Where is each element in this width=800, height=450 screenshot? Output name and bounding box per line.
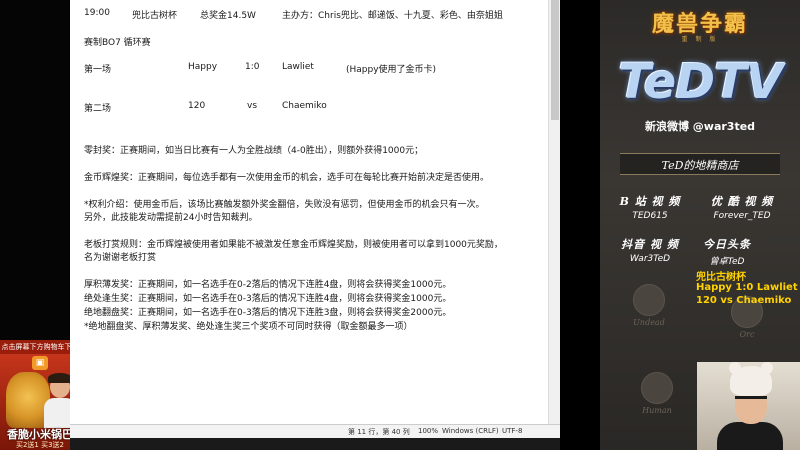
ad-subtitle: 买2送1 买3送2 bbox=[15, 441, 65, 449]
doc-line: 零封奖：正赛期间，如当日比赛有一人为全胜战绩（4-0胜出），则额外获得1000元… bbox=[84, 146, 424, 156]
doc-line: 总奖金14.5W bbox=[200, 11, 256, 21]
doc-line: 兜比古树杯 bbox=[132, 11, 178, 21]
doc-line: Chaemiko bbox=[282, 101, 327, 111]
race-label: Orc bbox=[739, 330, 755, 339]
channel-brand-logo: TeDTV bbox=[618, 54, 783, 110]
doc-line: 另外，此技能发动需提前24小时告知裁判。 bbox=[84, 213, 258, 223]
race-human: Human bbox=[632, 372, 682, 415]
social-label: 今日头条 bbox=[703, 238, 751, 251]
social-toutiao: 今日头条 曾卓TeD bbox=[682, 236, 772, 267]
social-label: 优 酷 视 频 bbox=[710, 195, 774, 208]
social-handle: TED615 bbox=[632, 211, 668, 221]
match-score-2: 120 vs Chaemiko bbox=[696, 295, 792, 306]
editor-text-area[interactable]: 19:00 兜比古树杯 总奖金14.5W 主办方：Chris兜比、邮递饭、十九夏… bbox=[70, 0, 560, 424]
social-handle: Forever_TED bbox=[713, 211, 771, 221]
doc-line: 第二场 bbox=[84, 104, 112, 114]
doc-line: Lawliet bbox=[282, 62, 314, 72]
doc-line: 赛制BO7 循环赛 bbox=[84, 38, 151, 48]
race-undead: Undead bbox=[624, 284, 674, 327]
ad-top-text: 点击屏幕下方购物车下单 bbox=[0, 340, 80, 354]
undead-emblem-icon bbox=[633, 284, 665, 316]
doc-line: 主办方：Chris兜比、邮递饭、十九夏、彩色、由奈姐姐 bbox=[282, 11, 503, 21]
social-handle: 曾卓TeD bbox=[709, 257, 745, 267]
webcam-feed bbox=[697, 362, 800, 450]
weibo-handle: 新浪微博 @war3ted bbox=[644, 120, 756, 133]
race-label: Human bbox=[642, 406, 672, 415]
social-label: B 站 视 频 bbox=[619, 195, 681, 208]
race-label: Undead bbox=[633, 318, 665, 327]
doc-line: 绝处逢生奖：正赛期间，如一名选手在0-3落后的情况下连胜4盘，则将会获得奖金10… bbox=[84, 294, 452, 304]
zoom-level[interactable]: 100% bbox=[418, 427, 438, 435]
stream-screen: 点击屏幕下方购物车下单 ▣ 香脆小米锅巴 买2送1 买3送2 19:00 兜比古… bbox=[0, 0, 800, 450]
vertical-scrollbar[interactable] bbox=[548, 0, 560, 424]
taskbar-strip bbox=[70, 438, 560, 450]
doc-line: 厚积薄发奖：正赛期间，如一名选手在0-2落后的情况下连胜4盘，则将会获得奖金10… bbox=[84, 280, 452, 290]
shop-banner: TeD的地精商店 bbox=[620, 153, 780, 175]
doc-line: *权利介绍：使用金币后，该场比赛触发额外奖金翻倍，失败没有惩罚，但使用金币的机会… bbox=[84, 200, 485, 210]
cursor-position: 第 11 行，第 40 列 bbox=[348, 428, 410, 436]
shop-title: TeD的地精商店 bbox=[661, 159, 739, 172]
game-logo-subtitle: 重 制 版 bbox=[681, 36, 719, 43]
scrollbar-thumb[interactable] bbox=[551, 0, 559, 120]
doc-line: 金币辉煌奖：正赛期间，每位选手都有一次使用金币的机会，选手可在每轮比赛开始前决定… bbox=[84, 173, 490, 183]
doc-line: 1:0 bbox=[245, 62, 260, 72]
doc-line: 绝地翻盘奖：正赛期间，如一名选手在0-3落后的情况下连胜3盘，则将会获得奖金20… bbox=[84, 308, 452, 318]
doc-line: Happy bbox=[188, 62, 218, 72]
doc-line: *绝地翻盘奖、厚积薄发奖、绝处逢生奖三个奖项不可同时获得（取金额最多一项） bbox=[84, 322, 413, 332]
doc-line: (Happy使用了金币卡) bbox=[346, 65, 437, 75]
editor-status-bar: 第 11 行，第 40 列 100% Windows (CRLF) UTF-8 bbox=[70, 424, 560, 439]
product-ad[interactable]: 点击屏幕下方购物车下单 ▣ 香脆小米锅巴 买2送1 买3送2 bbox=[0, 340, 80, 450]
doc-line: 第一场 bbox=[84, 65, 112, 75]
doc-line: vs bbox=[247, 101, 258, 111]
doc-line: 120 bbox=[188, 101, 206, 111]
match-score-1: Happy 1:0 Lawliet bbox=[696, 282, 798, 293]
match-title: 兜比古树杯 bbox=[696, 272, 746, 283]
line-ending[interactable]: Windows (CRLF) bbox=[442, 427, 499, 435]
doc-line: 名为谢谢老板打赏 bbox=[84, 253, 157, 263]
text-editor-window[interactable]: 19:00 兜比古树杯 总奖金14.5W 主办方：Chris兜比、邮递饭、十九夏… bbox=[70, 0, 560, 450]
encoding[interactable]: UTF-8 bbox=[502, 427, 522, 435]
shopping-bag-icon: ▣ bbox=[32, 356, 48, 370]
doc-line: 老板打赏规则：金币辉煌被使用者如果能不被激发任意金币辉煌奖励，则被使用者可以拿到… bbox=[84, 240, 503, 250]
human-emblem-icon bbox=[641, 372, 673, 404]
doc-line: 19:00 bbox=[84, 8, 110, 18]
social-youku: 优 酷 视 频 Forever_TED bbox=[697, 193, 787, 221]
social-bilibili: B 站 视 频 TED615 bbox=[605, 193, 695, 221]
